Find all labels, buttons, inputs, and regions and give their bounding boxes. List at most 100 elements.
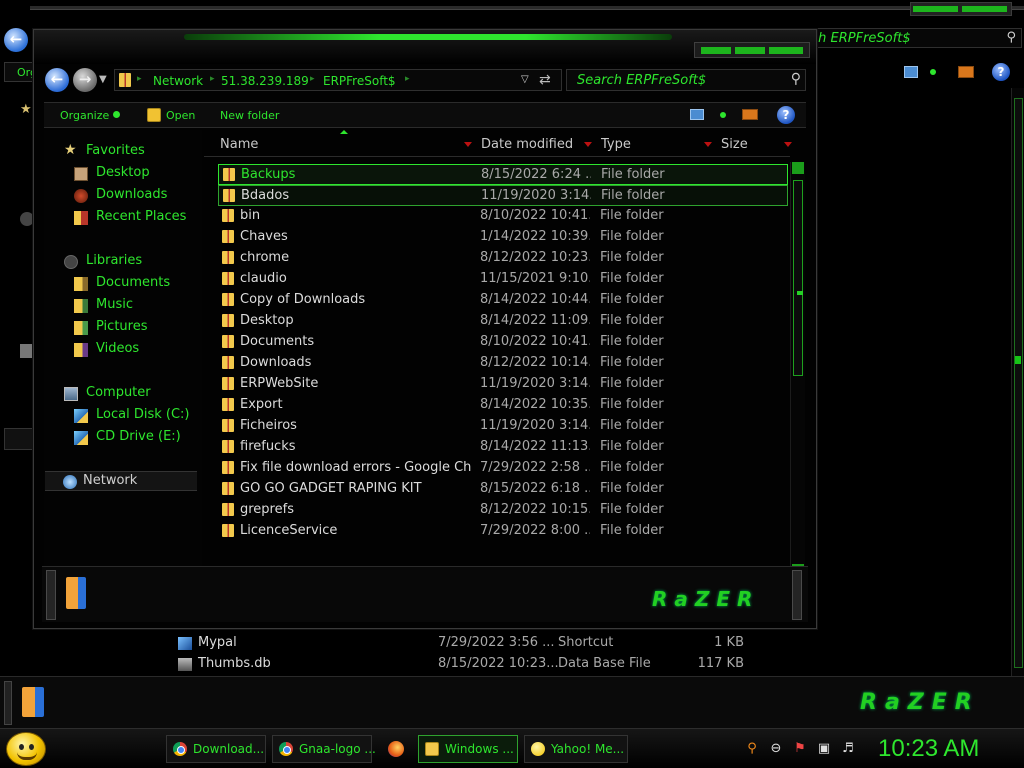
search-tray-icon[interactable]: ⚲: [744, 741, 760, 757]
taskbar-item-yahoo-messenger[interactable]: Yahoo! Me...: [524, 735, 628, 763]
search-input[interactable]: Search ERPFreSoft$ ⚲: [566, 69, 806, 91]
forward-button[interactable]: →: [73, 68, 97, 92]
maximize-button[interactable]: [735, 47, 765, 54]
table-row[interactable]: LicenceService 7/29/2022 8:00 ... File fol…: [218, 521, 788, 542]
column-name-dropdown-icon[interactable]: [462, 135, 474, 153]
taskbar-item-gnaa-logo[interactable]: Gnaa-logo ...: [272, 735, 376, 763]
table-row[interactable]: Export 8/14/2022 10:35... File folder: [218, 395, 788, 416]
vertical-scrollbar[interactable]: [790, 162, 805, 576]
start-button[interactable]: [6, 732, 46, 766]
table-row[interactable]: Backups 8/15/2022 6:24 ... File folder: [218, 164, 788, 185]
background-window-controls[interactable]: [910, 2, 1012, 16]
minus-tray-icon[interactable]: ⊖: [768, 741, 784, 757]
table-row[interactable]: Downloads 8/12/2022 10:14... File folder: [218, 353, 788, 374]
open-icon[interactable]: [147, 108, 161, 122]
table-row[interactable]: firefucks 8/14/2022 11:13... File folder: [218, 437, 788, 458]
folder-icon: [223, 189, 235, 202]
background-back-icon[interactable]: ←: [4, 28, 28, 52]
help-icon[interactable]: ?: [992, 63, 1010, 81]
new-folder-button[interactable]: New folder: [220, 109, 279, 122]
table-row[interactable]: Documents 8/10/2022 10:41... File folder: [218, 332, 788, 353]
search-icon[interactable]: ⚲: [791, 71, 801, 87]
breadcrumb-share[interactable]: ERPFreSoft$: [323, 74, 396, 88]
address-bar[interactable]: ▸ Network ▸ 51.38.239.189 ▸ ERPFreSoft$ …: [114, 69, 562, 91]
table-row[interactable]: chrome 8/12/2022 10:23... File folder: [218, 248, 788, 269]
preview-pane-icon[interactable]: [742, 109, 758, 120]
file-date: 7/29/2022 8:00 ...: [480, 523, 590, 538]
flag-tray-icon[interactable]: ⚑: [792, 741, 808, 757]
background-search-input[interactable]: ch ERPFreSoft$ ⚲: [804, 28, 1022, 48]
table-row[interactable]: Chaves 1/14/2022 10:39... File folder: [218, 227, 788, 248]
back-button[interactable]: ←: [45, 68, 69, 92]
file-date: 8/14/2022 11:13...: [480, 439, 590, 454]
window-controls[interactable]: [694, 42, 810, 58]
column-date-modified[interactable]: Date modified: [481, 137, 573, 152]
column-date-dropdown-icon[interactable]: [582, 135, 594, 153]
folder-icon: [222, 314, 234, 327]
minimize-button[interactable]: [701, 47, 731, 54]
breadcrumb-separator-icon[interactable]: ▸: [405, 74, 410, 84]
nav-network[interactable]: Network: [45, 471, 197, 491]
breadcrumb-network[interactable]: Network: [153, 74, 203, 88]
organize-button[interactable]: Organize: [60, 109, 121, 122]
file-date: 7/29/2022 3:56 ...: [438, 635, 555, 650]
network-icon: [63, 475, 77, 489]
downloads-icon: [74, 189, 88, 203]
view-options-icon[interactable]: [720, 112, 726, 118]
column-type[interactable]: Type: [601, 137, 631, 152]
table-row[interactable]: Ficheiros 11/19/2020 3:14... File folder: [218, 416, 788, 437]
address-dropdown-icon[interactable]: ▽: [521, 74, 529, 85]
firefox-icon[interactable]: [388, 741, 404, 757]
taskbar-item-windows-explorer[interactable]: Windows ...: [418, 735, 518, 763]
computer-icon: [64, 387, 78, 401]
folder-icon: [222, 461, 234, 474]
file-date: 8/14/2022 10:35...: [480, 397, 590, 412]
change-view-icon[interactable]: [690, 109, 704, 120]
column-size[interactable]: Size: [721, 137, 748, 152]
taskbar-item-download[interactable]: Download...: [166, 735, 266, 763]
table-row[interactable]: greprefs 8/12/2022 10:15... File folder: [218, 500, 788, 521]
file-date: 8/14/2022 11:09...: [480, 313, 590, 328]
file-name: LicenceService: [240, 523, 338, 538]
scroll-up-arrow-icon[interactable]: [792, 162, 804, 174]
background-vertical-scrollbar[interactable]: [1011, 88, 1024, 678]
db-file-icon: [178, 658, 192, 671]
file-type: File folder: [600, 334, 664, 349]
table-row[interactable]: bin 8/10/2022 10:41... File folder: [218, 206, 788, 227]
open-button[interactable]: Open: [166, 109, 195, 122]
breadcrumb-host[interactable]: 51.38.239.189: [221, 74, 309, 88]
scroll-thumb[interactable]: [793, 180, 803, 376]
breadcrumb-separator-icon[interactable]: ▸: [137, 74, 142, 84]
table-row[interactable]: Copy of Downloads 8/14/2022 10:44... File …: [218, 290, 788, 311]
column-type-dropdown-icon[interactable]: [702, 135, 714, 153]
breadcrumb-separator-icon[interactable]: ▸: [310, 74, 315, 84]
table-row[interactable]: claudio 11/15/2021 9:10... File folder: [218, 269, 788, 290]
refresh-icon[interactable]: ⇄: [539, 72, 551, 88]
breadcrumb-separator-icon[interactable]: ▸: [210, 74, 215, 84]
help-icon[interactable]: ?: [777, 106, 795, 124]
column-header: Name Date modified Type Size: [204, 130, 792, 157]
clock[interactable]: 10:23 AM: [878, 735, 979, 763]
table-row[interactable]: Bdados 11/19/2020 3:14... File folder: [218, 185, 788, 206]
chrome-icon: [173, 742, 187, 756]
table-row[interactable]: Desktop 8/14/2022 11:09... File folder: [218, 311, 788, 332]
recent-pages-dropdown-icon[interactable]: ▼: [99, 74, 107, 85]
preview-pane-icon[interactable]: [958, 66, 974, 78]
smiley-icon: [18, 744, 36, 750]
list-item[interactable]: Thumbs.db 8/15/2022 10:23... Data Base F…: [160, 654, 1010, 675]
column-size-dropdown-icon[interactable]: [782, 135, 794, 153]
list-item[interactable]: Mypal 7/29/2022 3:56 ... Shortcut 1 KB: [160, 633, 1010, 654]
network-tray-icon[interactable]: ▣: [816, 741, 832, 757]
table-row[interactable]: ERPWebSite 11/19/2020 3:14... File folder: [218, 374, 788, 395]
file-name: Downloads: [240, 355, 312, 370]
file-date: 11/19/2020 3:14...: [480, 418, 590, 433]
column-name[interactable]: Name: [220, 137, 258, 152]
table-row[interactable]: GO GO GADGET RAPING KIT 8/15/2022 6:18 ..…: [218, 479, 788, 500]
table-row[interactable]: Fix file download errors - Google Chr...…: [218, 458, 788, 479]
title-bar[interactable]: [34, 30, 816, 64]
search-icon[interactable]: ⚲: [1006, 30, 1016, 45]
view-icon[interactable]: [904, 66, 918, 78]
volume-tray-icon[interactable]: ♬: [840, 741, 856, 757]
close-button[interactable]: [769, 47, 803, 54]
file-type: File folder: [600, 460, 664, 475]
